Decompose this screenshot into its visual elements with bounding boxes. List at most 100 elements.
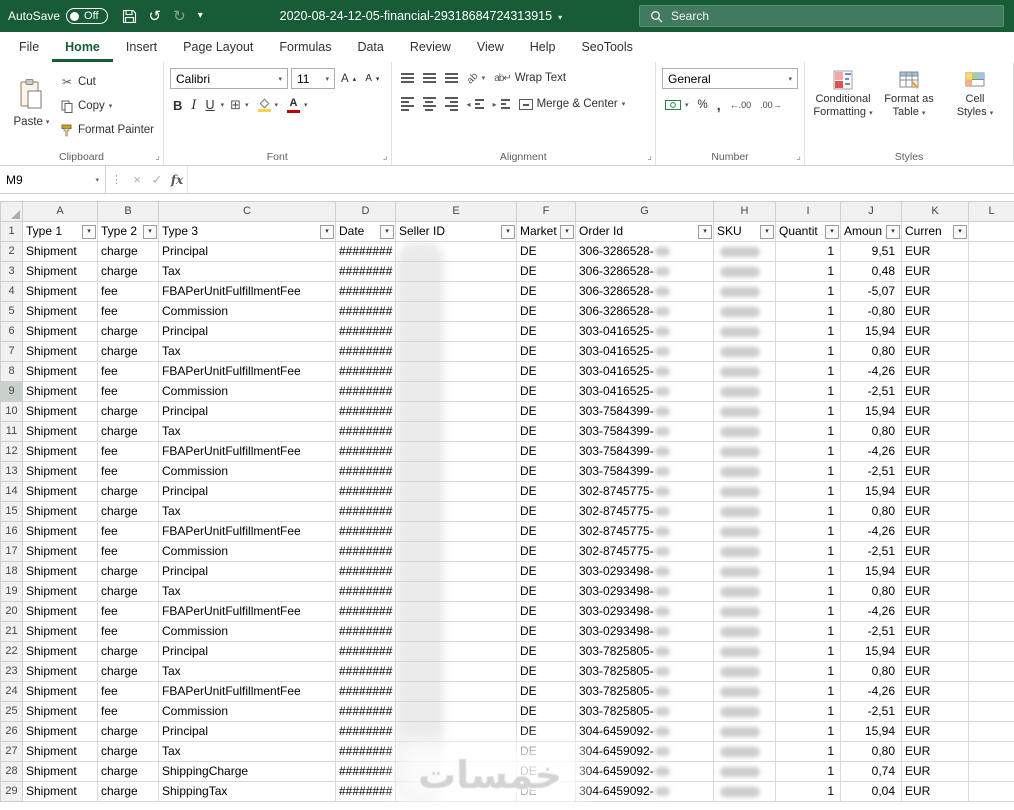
cell-K3[interactable]: EUR [901, 261, 969, 282]
cell-C21[interactable]: Commission [158, 621, 336, 642]
cell-D28[interactable]: ######## [335, 761, 396, 782]
cell-I6[interactable]: 1 [775, 321, 841, 342]
row-header-22[interactable]: 22 [0, 641, 23, 662]
align-left-button[interactable] [398, 94, 417, 114]
font-name-select[interactable]: Calibri ▾ [170, 68, 288, 89]
col-header-B[interactable]: B [97, 201, 159, 222]
cell-A20[interactable]: Shipment [22, 601, 98, 622]
cell-J23[interactable]: 0,80 [840, 661, 902, 682]
cell-A13[interactable]: Shipment [22, 461, 98, 482]
cell-A19[interactable]: Shipment [22, 581, 98, 602]
cell-I1[interactable]: Quantit ▾ [775, 221, 841, 242]
percent-style-button[interactable]: % [695, 95, 711, 115]
cell-C1[interactable]: Type 3 ▾ [158, 221, 336, 242]
paste-button[interactable]: Paste ▾ [6, 66, 57, 140]
cell-J14[interactable]: 15,94 [840, 481, 902, 502]
cell-H19[interactable] [713, 581, 776, 602]
select-all-corner[interactable] [0, 201, 23, 222]
cell-K17[interactable]: EUR [901, 541, 969, 562]
cell-G23[interactable]: 303-7825805- [575, 661, 714, 682]
cell-D11[interactable]: ######## [335, 421, 396, 442]
cell-C13[interactable]: Commission [158, 461, 336, 482]
name-box[interactable]: M9 ▾ [0, 166, 106, 193]
cell-F22[interactable]: DE [516, 641, 576, 662]
accounting-format-button[interactable]: ▾ [662, 95, 692, 115]
cell-C29[interactable]: ShippingTax [158, 781, 336, 802]
cell-B2[interactable]: charge [97, 241, 159, 262]
cell-J16[interactable]: -4,26 [840, 521, 902, 542]
cell-B29[interactable]: charge [97, 781, 159, 802]
col-header-K[interactable]: K [901, 201, 969, 222]
cell-E12[interactable] [395, 441, 517, 462]
cell-D4[interactable]: ######## [335, 281, 396, 302]
cell-G17[interactable]: 302-8745775- [575, 541, 714, 562]
tab-insert[interactable]: Insert [113, 32, 170, 62]
cell-J2[interactable]: 9,51 [840, 241, 902, 262]
cell-F25[interactable]: DE [516, 701, 576, 722]
fill-color-button[interactable]: ▾ [255, 95, 282, 115]
row-header-20[interactable]: 20 [0, 601, 23, 622]
row-header-15[interactable]: 15 [0, 501, 23, 522]
cell-C20[interactable]: FBAPerUnitFulfillmentFee [158, 601, 336, 622]
cell-A27[interactable]: Shipment [22, 741, 98, 762]
cell-B15[interactable]: charge [97, 501, 159, 522]
cell-A10[interactable]: Shipment [22, 401, 98, 422]
cell-A11[interactable]: Shipment [22, 421, 98, 442]
decrease-font-size-button[interactable]: A ▾ [362, 69, 382, 89]
cell-G26[interactable]: 304-6459092- [575, 721, 714, 742]
cell-A3[interactable]: Shipment [22, 261, 98, 282]
align-right-button[interactable] [442, 94, 461, 114]
save-icon[interactable] [122, 9, 137, 24]
cell-B12[interactable]: fee [97, 441, 159, 462]
bold-button[interactable]: B [170, 95, 185, 115]
borders-button[interactable]: ⊞ ▾ [227, 95, 251, 115]
cell-A17[interactable]: Shipment [22, 541, 98, 562]
cell-D5[interactable]: ######## [335, 301, 396, 322]
row-header-3[interactable]: 3 [0, 261, 23, 282]
cell-G22[interactable]: 303-7825805- [575, 641, 714, 662]
cell-J22[interactable]: 15,94 [840, 641, 902, 662]
cell-K10[interactable]: EUR [901, 401, 969, 422]
row-header-13[interactable]: 13 [0, 461, 23, 482]
cell-F17[interactable]: DE [516, 541, 576, 562]
cell-H27[interactable] [713, 741, 776, 762]
cell-D18[interactable]: ######## [335, 561, 396, 582]
cell-F14[interactable]: DE [516, 481, 576, 502]
cell-C15[interactable]: Tax [158, 501, 336, 522]
cell-I18[interactable]: 1 [775, 561, 841, 582]
cell-H18[interactable] [713, 561, 776, 582]
undo-icon[interactable]: ↺ [149, 9, 162, 24]
cell-D1[interactable]: Date ▾ [335, 221, 396, 242]
cell-K2[interactable]: EUR [901, 241, 969, 262]
cell-D20[interactable]: ######## [335, 601, 396, 622]
cell-G15[interactable]: 302-8745775- [575, 501, 714, 522]
cell-F10[interactable]: DE [516, 401, 576, 422]
cell-B6[interactable]: charge [97, 321, 159, 342]
insert-function-button[interactable]: fx [167, 166, 187, 193]
cell-E1[interactable]: Seller ID ▾ [395, 221, 517, 242]
row-header-14[interactable]: 14 [0, 481, 23, 502]
row-header-19[interactable]: 19 [0, 581, 23, 602]
cell-G16[interactable]: 302-8745775- [575, 521, 714, 542]
cell-I15[interactable]: 1 [775, 501, 841, 522]
filter-dropdown-E[interactable]: ▾ [501, 224, 515, 239]
number-dialog-launcher-icon[interactable]: ⌟ [796, 151, 801, 162]
cell-C5[interactable]: Commission [158, 301, 336, 322]
autosave-toggle[interactable]: Off [66, 8, 108, 24]
cell-J27[interactable]: 0,80 [840, 741, 902, 762]
cell-A1[interactable]: Type 1 ▾ [22, 221, 98, 242]
cell-G14[interactable]: 302-8745775- [575, 481, 714, 502]
cell-E22[interactable] [395, 641, 517, 662]
cell-H8[interactable] [713, 361, 776, 382]
col-header-J[interactable]: J [840, 201, 902, 222]
cell-B4[interactable]: fee [97, 281, 159, 302]
cell-G12[interactable]: 303-7584399- [575, 441, 714, 462]
cell-K16[interactable]: EUR [901, 521, 969, 542]
cell-E18[interactable] [395, 561, 517, 582]
row-header-11[interactable]: 11 [0, 421, 23, 442]
col-header-D[interactable]: D [335, 201, 396, 222]
cell-H12[interactable] [713, 441, 776, 462]
alignment-dialog-launcher-icon[interactable]: ⌟ [647, 151, 652, 162]
cell-H11[interactable] [713, 421, 776, 442]
cell-K8[interactable]: EUR [901, 361, 969, 382]
